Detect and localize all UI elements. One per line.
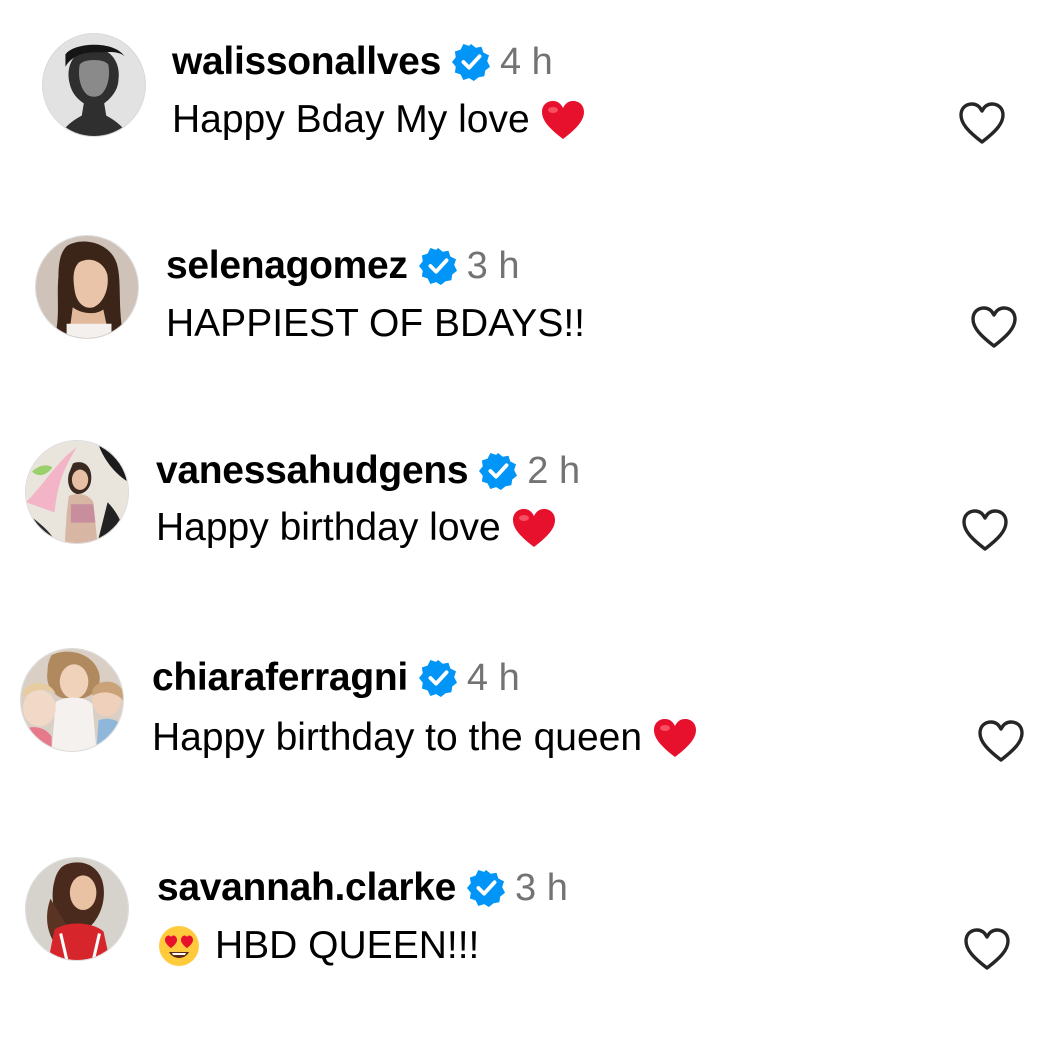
avatar[interactable] bbox=[42, 33, 146, 137]
comment-header: selenagomez 3 h bbox=[166, 240, 519, 292]
comment-body: Happy birthday love bbox=[156, 506, 501, 549]
red-heart-emoji-icon bbox=[511, 507, 557, 549]
comment-item: vanessahudgens 2 h Happy birthday love bbox=[0, 440, 1045, 553]
comment-body: Happy Bday My love bbox=[172, 98, 530, 141]
like-heart-icon[interactable] bbox=[969, 304, 1019, 350]
comment-item: savannah.clarke 3 h HBD QUEEN!!! bbox=[0, 857, 1045, 970]
verified-badge-icon bbox=[479, 452, 518, 490]
username-link[interactable]: selenagomez bbox=[166, 244, 408, 288]
timestamp[interactable]: 2 h bbox=[527, 450, 580, 493]
comment-item: chiaraferragni 4 h Happy birthday to the… bbox=[0, 648, 1045, 762]
username-link[interactable]: walissonallves bbox=[172, 40, 441, 84]
comment-text: HBD QUEEN!!! bbox=[157, 920, 479, 972]
avatar[interactable] bbox=[25, 440, 129, 544]
heart-eyes-emoji-icon bbox=[157, 924, 201, 968]
timestamp[interactable]: 4 h bbox=[500, 41, 553, 84]
username-link[interactable]: vanessahudgens bbox=[156, 449, 469, 493]
comment-header: savannah.clarke 3 h bbox=[157, 862, 568, 914]
verified-badge-icon bbox=[418, 659, 457, 697]
comment-body: Happy birthday to the queen bbox=[152, 716, 643, 759]
like-heart-icon[interactable] bbox=[957, 100, 1007, 146]
avatar[interactable] bbox=[35, 235, 139, 339]
avatar[interactable] bbox=[25, 857, 129, 961]
timestamp[interactable]: 3 h bbox=[467, 245, 520, 288]
comment-text: Happy birthday to the queen bbox=[152, 712, 698, 764]
like-heart-icon[interactable] bbox=[962, 926, 1012, 972]
verified-badge-icon bbox=[418, 247, 457, 285]
comment-text: HAPPIEST OF BDAYS!! bbox=[166, 298, 585, 350]
avatar[interactable] bbox=[20, 648, 124, 752]
username-link[interactable]: savannah.clarke bbox=[157, 866, 456, 910]
like-heart-icon[interactable] bbox=[960, 507, 1010, 553]
verified-badge-icon bbox=[467, 869, 506, 907]
red-heart-emoji-icon bbox=[652, 717, 698, 759]
verified-badge-icon bbox=[451, 43, 490, 81]
comment-header: vanessahudgens 2 h bbox=[156, 445, 580, 497]
like-heart-icon[interactable] bbox=[976, 718, 1026, 764]
comment-text: Happy Bday My love bbox=[172, 94, 586, 146]
comment-item: selenagomez 3 h HAPPIEST OF BDAYS!! bbox=[0, 235, 1045, 348]
username-link[interactable]: chiaraferragni bbox=[152, 656, 408, 700]
comment-text: Happy birthday love bbox=[156, 502, 557, 554]
comment-body: HAPPIEST OF BDAYS!! bbox=[166, 302, 586, 345]
red-heart-emoji-icon bbox=[540, 99, 586, 141]
comment-header: chiaraferragni 4 h bbox=[152, 652, 520, 704]
timestamp[interactable]: 4 h bbox=[467, 657, 520, 700]
comment-item: walissonallves 4 h Happy Bday My love bbox=[0, 30, 1045, 144]
timestamp[interactable]: 3 h bbox=[515, 867, 568, 910]
comment-header: walissonallves 4 h bbox=[172, 36, 553, 88]
comment-body: HBD QUEEN!!! bbox=[215, 924, 480, 967]
